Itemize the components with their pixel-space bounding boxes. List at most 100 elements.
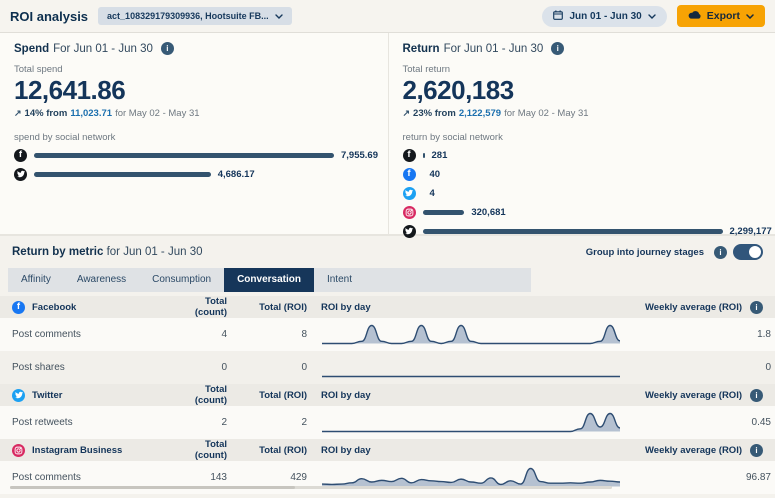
metric-name: Post comments bbox=[12, 472, 172, 483]
roi-sparkline bbox=[307, 410, 621, 436]
metric-weekly: 0.45 bbox=[621, 417, 771, 428]
instagram-icon bbox=[403, 206, 416, 219]
metric-row: Post retweets 2 2 0.45 bbox=[0, 406, 775, 439]
column-total-count: Total (count) bbox=[172, 384, 227, 406]
trend-up-icon: ↗ bbox=[403, 108, 411, 119]
spend-panel: Spend For Jun 01 - Jun 30 i Total spend … bbox=[0, 33, 388, 234]
page-title: ROI analysis bbox=[10, 9, 88, 24]
column-total-count: Total (count) bbox=[172, 439, 227, 461]
instagram-section-header: Instagram Business Total (count) Total (… bbox=[0, 439, 775, 461]
spend-delta-period: for May 02 - May 31 bbox=[115, 108, 199, 119]
return-network-row: f 281 bbox=[403, 149, 762, 162]
return-bar bbox=[423, 153, 425, 158]
roi-sparkline bbox=[307, 355, 621, 381]
return-title: Return For Jun 01 - Jun 30 i bbox=[403, 42, 762, 55]
facebook-section-header: f Facebook Total (count) Total (ROI) ROI… bbox=[0, 296, 775, 318]
metric-name: Post comments bbox=[12, 329, 172, 340]
metric-name: Post retweets bbox=[12, 417, 172, 428]
network-name: Facebook bbox=[32, 302, 76, 313]
return-bar-value: 2,299,177 bbox=[730, 226, 772, 237]
summary-panels: Spend For Jun 01 - Jun 30 i Total spend … bbox=[0, 33, 775, 236]
return-bar-value: 4 bbox=[430, 188, 435, 199]
metric-count: 2 bbox=[172, 417, 227, 428]
tab-intent[interactable]: Intent bbox=[314, 268, 365, 292]
return-previous-link[interactable]: 2,122,579 bbox=[459, 108, 501, 119]
metrics-title: Return by metric for Jun 01 - Jun 30 bbox=[12, 246, 203, 258]
metric-weekly: 96.87 bbox=[621, 472, 771, 483]
horizontal-scrollbar[interactable] bbox=[10, 486, 612, 489]
return-bar-value: 320,681 bbox=[471, 207, 505, 218]
total-return-label: Total return bbox=[403, 64, 762, 75]
facebook-dark-icon: f bbox=[403, 149, 416, 162]
spend-bar-facebook bbox=[34, 153, 334, 158]
total-spend-value: 12,641.86 bbox=[14, 76, 374, 105]
return-by-network-label: return by social network bbox=[403, 132, 762, 143]
date-range-label: Jun 01 - Jun 30 bbox=[569, 11, 641, 22]
spend-period: For Jun 01 - Jun 30 bbox=[53, 43, 153, 55]
return-title-label: Return bbox=[403, 43, 440, 55]
spend-bar-value: 7,955.69 bbox=[341, 150, 378, 161]
return-bar-value: 281 bbox=[432, 150, 448, 161]
info-icon[interactable]: i bbox=[750, 444, 763, 457]
date-range-selector[interactable]: Jun 01 - Jun 30 bbox=[542, 6, 666, 27]
return-network-row: 4 bbox=[403, 187, 762, 200]
section-network: Instagram Business bbox=[12, 444, 172, 457]
network-name: Instagram Business bbox=[32, 445, 122, 456]
column-total-roi: Total (ROI) bbox=[227, 302, 307, 313]
journey-stages-toggle[interactable] bbox=[733, 244, 763, 260]
metric-roi: 0 bbox=[227, 362, 307, 373]
return-bar-value: 40 bbox=[430, 169, 441, 180]
spend-delta: ↗ 14% from 11,023.71 for May 02 - May 31 bbox=[14, 108, 374, 119]
section-network: f Facebook bbox=[12, 301, 172, 314]
weekly-average-label: Weekly average (ROI) bbox=[645, 445, 742, 456]
metrics-period: for Jun 01 - Jun 30 bbox=[107, 246, 203, 258]
twitter-dark-icon bbox=[403, 225, 416, 238]
export-button[interactable]: Export bbox=[677, 5, 765, 27]
tab-consumption[interactable]: Consumption bbox=[139, 268, 224, 292]
return-network-row: f 40 bbox=[403, 168, 762, 181]
metric-row: Post comments 143 429 96.87 bbox=[0, 461, 775, 494]
tab-affinity[interactable]: Affinity bbox=[8, 268, 64, 292]
spend-previous-link[interactable]: 11,023.71 bbox=[70, 108, 112, 119]
metric-row: Post shares 0 0 0 bbox=[0, 351, 775, 384]
info-icon[interactable]: i bbox=[551, 42, 564, 55]
metric-tabs: Affinity Awareness Consumption Conversat… bbox=[8, 268, 531, 292]
metric-name: Post shares bbox=[12, 362, 172, 373]
info-icon[interactable]: i bbox=[161, 42, 174, 55]
ad-account-selector[interactable]: act_108329179309936, Hootsuite FB... bbox=[98, 7, 292, 25]
tab-awareness[interactable]: Awareness bbox=[64, 268, 139, 292]
facebook-icon: f bbox=[403, 168, 416, 181]
info-icon[interactable]: i bbox=[750, 389, 763, 402]
chevron-down-icon bbox=[275, 11, 283, 21]
export-cloud-icon bbox=[688, 10, 701, 22]
total-spend-label: Total spend bbox=[14, 64, 374, 75]
metric-count: 143 bbox=[172, 472, 227, 483]
info-icon[interactable]: i bbox=[714, 246, 727, 259]
roi-sparkline bbox=[307, 322, 621, 348]
twitter-icon bbox=[12, 389, 25, 402]
spend-network-row: f 7,955.69 bbox=[14, 149, 374, 162]
facebook-dark-icon: f bbox=[14, 149, 27, 162]
spend-network-row: 4,686.17 bbox=[14, 168, 374, 181]
journey-stages-label: Group into journey stages bbox=[586, 247, 704, 258]
metric-row: Post comments 4 8 1.8 bbox=[0, 318, 775, 351]
return-bar bbox=[423, 210, 465, 215]
column-total-count: Total (count) bbox=[172, 296, 227, 318]
return-network-row: 2,299,177 bbox=[403, 225, 762, 238]
tab-conversation[interactable]: Conversation bbox=[224, 268, 314, 292]
ad-account-label: act_108329179309936, Hootsuite FB... bbox=[107, 11, 269, 21]
info-icon[interactable]: i bbox=[750, 301, 763, 314]
column-total-roi: Total (ROI) bbox=[227, 390, 307, 401]
spend-delta-pct: 14% from bbox=[25, 108, 68, 119]
export-label: Export bbox=[707, 10, 740, 22]
metric-roi: 8 bbox=[227, 329, 307, 340]
scrollbar-thumb[interactable] bbox=[10, 486, 295, 489]
trend-up-icon: ↗ bbox=[14, 108, 22, 119]
metric-weekly: 1.8 bbox=[621, 329, 771, 340]
twitter-icon bbox=[403, 187, 416, 200]
column-weekly-average: Weekly average (ROI) i bbox=[613, 301, 763, 314]
instagram-icon bbox=[12, 444, 25, 457]
twitter-section-header: Twitter Total (count) Total (ROI) ROI by… bbox=[0, 384, 775, 406]
total-return-value: 2,620,183 bbox=[403, 76, 762, 105]
chevron-down-icon bbox=[648, 11, 656, 22]
